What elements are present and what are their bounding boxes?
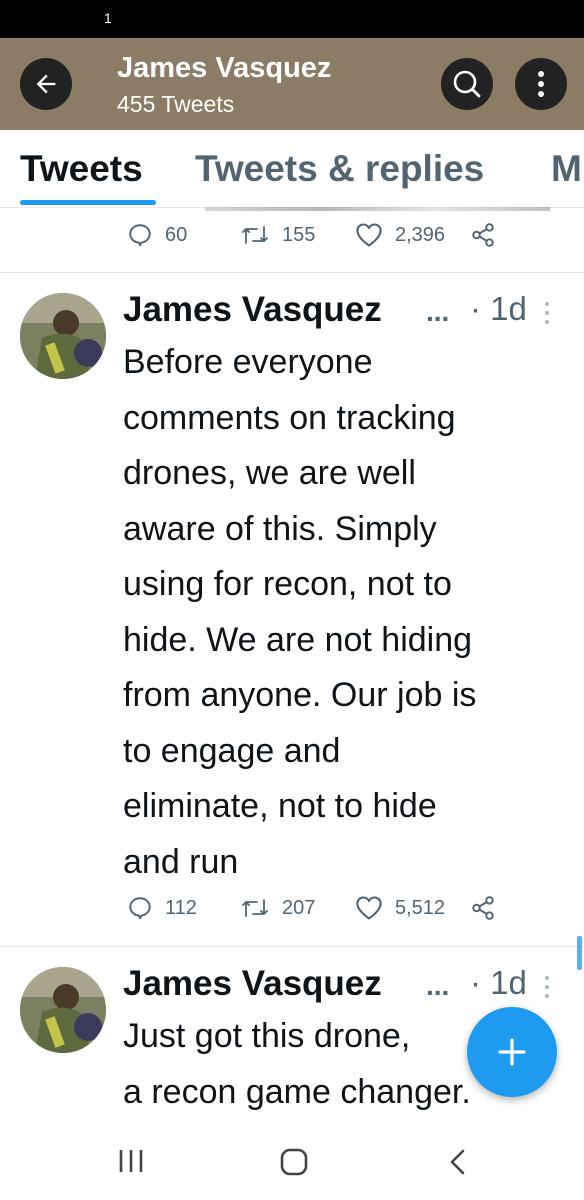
retweet-count: 207 <box>282 896 316 919</box>
back-button[interactable] <box>20 58 72 110</box>
tweet-author[interactable]: James Vasquez <box>123 290 382 330</box>
reply-button[interactable]: 112 <box>127 895 197 921</box>
previous-tweet-actions: 60 155 2,396 <box>0 222 584 262</box>
avatar[interactable] <box>20 293 106 379</box>
reply-icon <box>129 224 151 247</box>
search-button[interactable] <box>441 58 493 110</box>
arrow-left-icon <box>36 74 56 94</box>
retweet-count: 155 <box>282 223 316 246</box>
tweet-author[interactable]: James Vasquez <box>123 964 382 1004</box>
back-nav-button[interactable] <box>448 1148 468 1181</box>
tweet-options-icon[interactable] <box>545 976 551 1003</box>
tweet-timestamp[interactable]: · 1d <box>470 290 527 328</box>
author-truncation: ... <box>426 296 450 327</box>
share-icon <box>472 223 494 247</box>
tweet-text: Before everyone comments on tracking dro… <box>123 343 477 881</box>
active-tab-indicator <box>20 200 156 205</box>
profile-tabs: Tweets Tweets & replies M <box>0 130 584 208</box>
reply-count: 112 <box>165 896 197 919</box>
tweet-timestamp[interactable]: · 1d <box>470 964 527 1002</box>
recent-apps-icon <box>119 1150 143 1172</box>
like-button[interactable]: 5,512 <box>355 895 445 921</box>
tab-media[interactable]: M <box>551 148 582 190</box>
tab-tweets[interactable]: Tweets <box>20 148 143 190</box>
home-icon <box>280 1148 308 1176</box>
profile-header: James Vasquez 455 Tweets <box>0 38 584 130</box>
tweet-count: 455 Tweets <box>117 91 235 117</box>
compose-tweet-button[interactable] <box>467 1007 557 1097</box>
reply-icon <box>129 897 151 920</box>
tab-tweets-and-replies[interactable]: Tweets & replies <box>195 148 484 190</box>
share-icon <box>472 896 494 920</box>
profile-name: James Vasquez <box>117 52 332 84</box>
retweet-icon <box>242 899 268 917</box>
reply-button[interactable]: 60 <box>127 222 187 248</box>
share-button[interactable] <box>470 222 496 248</box>
status-bar: 1 <box>0 0 584 38</box>
plus-icon <box>498 1038 526 1066</box>
share-button[interactable] <box>470 895 496 921</box>
previous-tweet-media <box>205 207 550 211</box>
home-button[interactable] <box>280 1148 308 1181</box>
more-vertical-icon <box>538 71 544 97</box>
like-count: 5,512 <box>395 896 446 919</box>
tweet-options-icon[interactable] <box>545 302 551 329</box>
like-button[interactable]: 2,396 <box>355 222 445 248</box>
recent-apps-button[interactable] <box>117 1148 145 1179</box>
reply-count: 60 <box>165 223 188 246</box>
notification-count: 1 <box>104 10 112 26</box>
retweet-button[interactable]: 207 <box>240 895 315 921</box>
tweet-item[interactable]: James Vasquez ... · 1d Before everyone c… <box>0 272 584 946</box>
avatar[interactable] <box>20 967 106 1053</box>
retweet-icon <box>242 226 268 244</box>
heart-icon <box>356 223 382 247</box>
tweet-actions: 112 207 5,512 <box>0 895 584 935</box>
search-icon <box>453 70 481 98</box>
author-truncation: ... <box>426 970 450 1001</box>
heart-icon <box>356 896 382 920</box>
more-options-button[interactable] <box>515 58 567 110</box>
chevron-left-icon <box>450 1149 465 1175</box>
retweet-button[interactable]: 155 <box>240 222 315 248</box>
system-navigation-bar <box>0 1120 584 1200</box>
like-count: 2,396 <box>395 223 446 246</box>
